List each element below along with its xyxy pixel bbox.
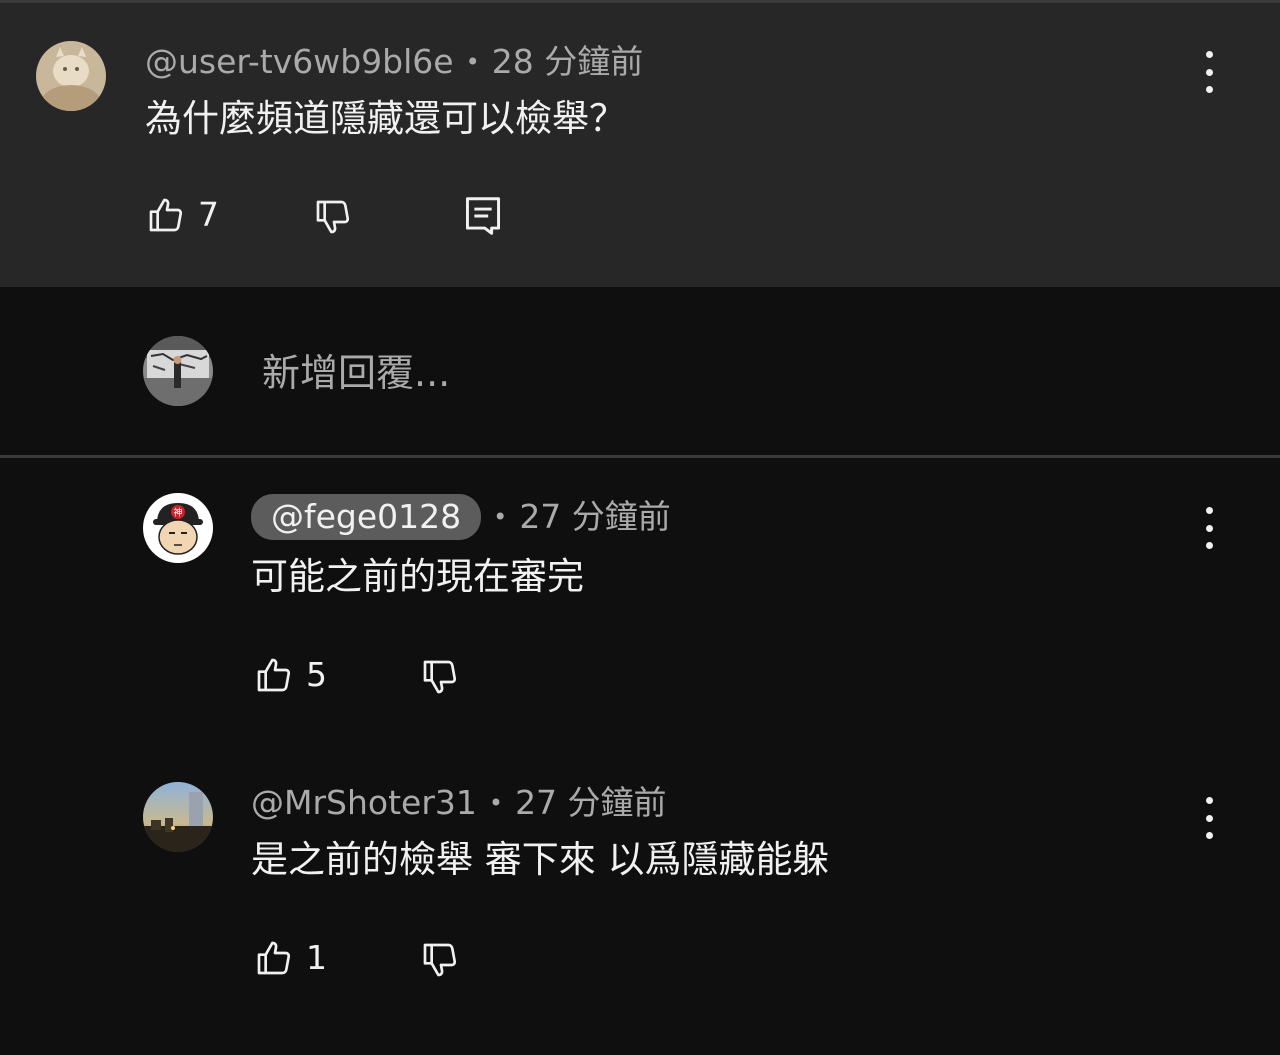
like-button[interactable]: 7 <box>146 195 219 235</box>
comment-meta: @MrShoter31 • 27 分鐘前 <box>251 781 667 825</box>
add-reply-input[interactable]: 新增回覆... <box>262 348 450 398</box>
like-button[interactable]: 1 <box>254 938 327 978</box>
avatar-fege0128[interactable]: 神 <box>143 493 213 563</box>
comment-author[interactable]: @user-tv6wb9bl6e <box>145 40 454 84</box>
thumb-up-icon <box>146 195 186 235</box>
comment-reply-icon <box>464 195 502 237</box>
comment-author-chip[interactable]: @fege0128 <box>251 494 482 540</box>
dislike-button[interactable] <box>420 940 460 980</box>
comment-time[interactable]: 27 分鐘前 <box>515 781 666 825</box>
dislike-button[interactable] <box>420 657 460 697</box>
comment-text: 可能之前的現在審完 <box>251 555 584 598</box>
avatar-MrShoter31[interactable] <box>143 782 213 852</box>
more-vert-icon[interactable] <box>1194 507 1224 549</box>
avatar-user-tv6wb9bl6e[interactable] <box>36 41 106 111</box>
dislike-button[interactable] <box>313 197 353 237</box>
comment-author[interactable]: @MrShoter31 <box>251 781 477 825</box>
thumb-down-icon <box>313 197 353 237</box>
reply-button[interactable] <box>464 195 502 237</box>
meta-separator: • <box>465 48 480 76</box>
section-divider <box>0 455 1280 458</box>
like-count: 1 <box>306 938 327 977</box>
svg-text:神: 神 <box>173 507 182 519</box>
comment-text: 是之前的檢舉 審下來 以爲隱藏能躲 <box>251 838 830 881</box>
thumb-up-icon <box>254 655 294 695</box>
like-count: 7 <box>198 195 219 234</box>
comment-text: 為什麼頻道隱藏還可以檢舉？ <box>145 97 626 140</box>
comment-meta: @fege0128 • 27 分鐘前 <box>251 494 671 540</box>
comment-time[interactable]: 28 分鐘前 <box>492 40 643 84</box>
meta-separator: • <box>493 503 508 531</box>
like-button[interactable]: 5 <box>254 655 327 695</box>
more-vert-icon[interactable] <box>1194 797 1224 839</box>
thumb-down-icon <box>420 940 460 980</box>
current-user-avatar <box>143 336 213 406</box>
thumb-up-icon <box>254 938 294 978</box>
meta-separator: • <box>488 789 504 817</box>
comment-meta: @user-tv6wb9bl6e • 28 分鐘前 <box>145 40 643 84</box>
comment-time[interactable]: 27 分鐘前 <box>519 495 670 539</box>
more-vert-icon[interactable] <box>1194 51 1224 93</box>
like-count: 5 <box>306 655 327 694</box>
thumb-down-icon <box>420 657 460 697</box>
